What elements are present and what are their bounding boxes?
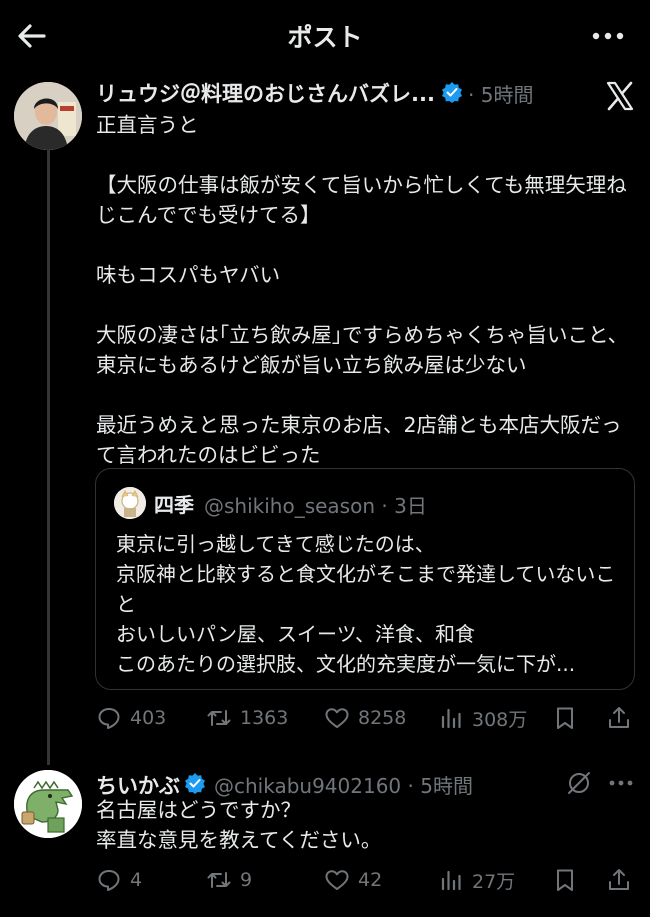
like-button[interactable]: 8258 [324,700,406,736]
more-icon[interactable] [588,22,628,50]
quote-meta: @shikiho_season · 3日 [204,494,427,518]
bookmark-icon [557,707,573,729]
reply-icon [98,708,120,729]
quote-body: 東京に引っ越してきて感じたのは、 京阪神と比較すると食文化がそこまで発達していな… [116,532,616,676]
reply-body: 名古屋はどうですか？ 率直な意見を教えてください。 [96,798,382,852]
like-icon [325,870,349,890]
like-count: 42 [358,869,383,891]
views-count: 27万 [472,870,516,893]
views-icon [441,708,461,729]
avatar[interactable] [14,82,82,150]
repost-count: 9 [240,869,253,891]
more-icon[interactable] [606,771,636,795]
views-count: 308万 [472,708,528,731]
bookmark-icon [557,869,573,891]
repost-button[interactable]: 9 [206,862,252,898]
quote-author-name: 四季 [154,493,194,517]
share-button[interactable] [606,862,632,898]
repost-icon [207,872,231,888]
quoted-post[interactable]: 四季 @shikiho_season · 3日 東京に引っ越してきて感じたのは、… [95,468,635,690]
page-title: ポスト [287,23,363,52]
author-name[interactable]: リュウジ＠料理のおじさんバズレ... [96,78,435,108]
post-time: · 5時間 [468,83,534,107]
reply-avatar[interactable] [14,770,82,838]
repost-icon [207,710,231,726]
quote-avatar [114,487,146,519]
views-icon [441,870,461,891]
mute-icon[interactable] [566,770,592,796]
views-button[interactable]: 308万 [438,700,527,736]
like-count: 8258 [358,707,407,729]
reply-count: 403 [130,707,167,729]
thread-connector-line [47,150,50,765]
share-icon [609,869,629,890]
x-logo-icon [606,81,634,111]
post-body: 正直言うと 【大阪の仕事は飯が安くて旨いから忙しくても無理矢理ねじこんででも受け… [96,113,629,467]
reply-button[interactable]: 4 [96,862,142,898]
verified-badge-icon [442,82,462,103]
bookmark-button[interactable] [552,700,578,736]
reply-button[interactable]: 403 [96,700,166,736]
top-bar: ポスト [0,0,650,72]
share-icon [609,707,629,728]
reply-action-bar: 4 9 42 27万 [96,862,636,898]
reply-icon [98,870,120,891]
bookmark-button[interactable] [552,862,578,898]
share-button[interactable] [606,700,632,736]
like-icon [325,708,349,728]
repost-count: 1363 [240,707,289,729]
verified-badge-icon [185,773,205,794]
post-action-bar: 403 1363 8258 308万 [96,700,636,736]
views-button[interactable]: 27万 [438,862,515,898]
repost-button[interactable]: 1363 [206,700,288,736]
like-button[interactable]: 42 [324,862,382,898]
reply-count: 4 [130,869,143,891]
